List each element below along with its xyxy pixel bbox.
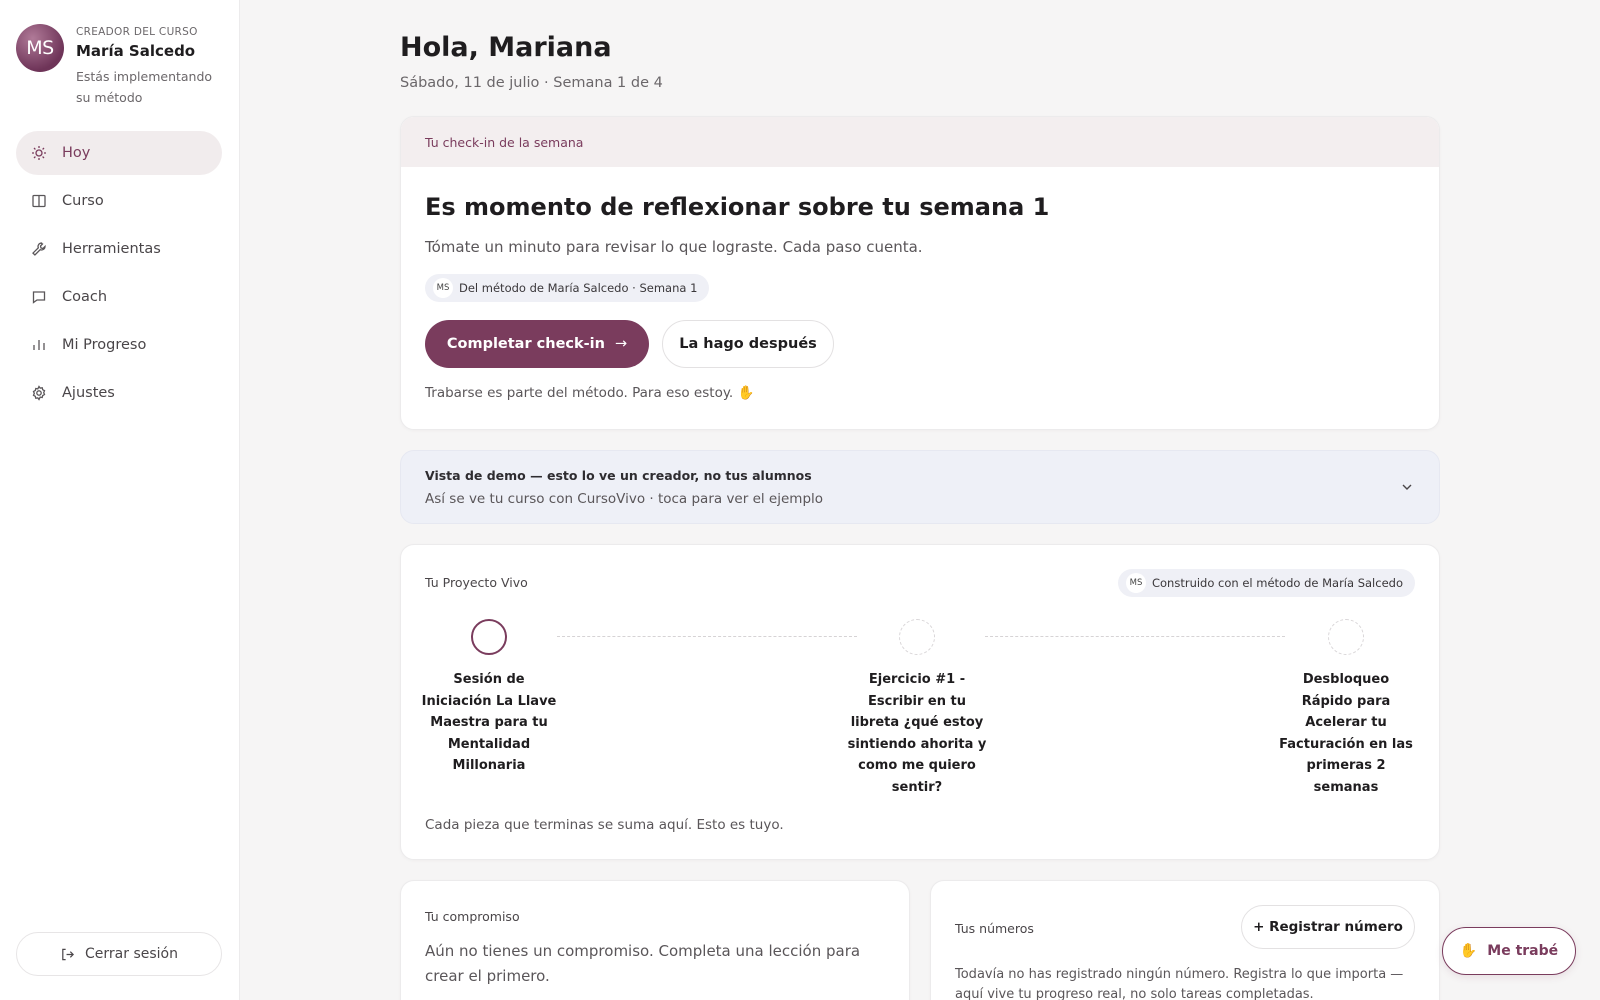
step-label: Desbloqueo Rápido para Acelerar tu Factu… xyxy=(1279,672,1413,795)
step-pending-indicator xyxy=(899,619,935,655)
built-with-label: Construido con el método de María Salced… xyxy=(1151,576,1403,590)
sidebar-item-label: Coach xyxy=(62,289,108,305)
checkin-title: Es momento de reflexionar sobre tu seman… xyxy=(425,193,1050,221)
bar-chart-icon xyxy=(30,336,48,354)
demo-subtitle: Así se ve tu curso con CursoVivo · toca … xyxy=(425,491,824,507)
profile-description: Estás implementando su método xyxy=(76,69,213,105)
project-footer: Cada pieza que terminas se suma aquí. Es… xyxy=(425,817,784,833)
commitment-text: Aún no tienes un compromiso. Completa un… xyxy=(425,942,861,985)
date-line: Sábado, 11 de julio · Semana 1 de 4 xyxy=(400,75,663,91)
gear-icon xyxy=(30,384,48,402)
demo-view-banner[interactable]: Vista de demo — esto lo ve un creador, n… xyxy=(400,450,1440,524)
commitment-label: Tu compromiso xyxy=(425,909,520,924)
sidebar-item-herramientas[interactable]: Herramientas xyxy=(16,227,222,271)
sidebar-item-coach[interactable]: Coach xyxy=(16,275,222,319)
wrench-icon xyxy=(30,240,48,258)
step-connector xyxy=(985,636,1285,637)
book-icon xyxy=(30,192,48,210)
raised-hand-icon: ✋ xyxy=(1459,943,1478,959)
sidebar-item-label: Mi Progreso xyxy=(62,337,147,353)
commitment-card: Tu compromiso Aún no tienes un compromis… xyxy=(400,880,910,1000)
sidebar-item-ajustes[interactable]: Ajustes xyxy=(16,371,222,415)
sidebar-item-label: Hoy xyxy=(62,145,91,161)
profile-name: María Salcedo xyxy=(76,42,196,60)
arrow-right-icon: → xyxy=(614,336,628,352)
project-step[interactable]: Sesión de Iniciación La Llave Maestra pa… xyxy=(419,619,559,777)
logout-label: Cerrar sesión xyxy=(85,946,178,962)
sidebar-item-hoy[interactable]: Hoy xyxy=(16,131,222,175)
numbers-text: Todavía no has registrado ningún número.… xyxy=(955,967,1404,1000)
sidebar: MS CREADOR DEL CURSO María Salcedo Estás… xyxy=(0,0,240,1000)
built-with-badge: MS Construido con el método de María Sal… xyxy=(1117,569,1415,597)
page-title: Hola, Mariana xyxy=(400,32,612,63)
creator-initials-badge: MS xyxy=(1125,573,1146,593)
logout-button[interactable]: Cerrar sesión xyxy=(16,932,222,976)
step-label: Ejercicio #1 - Escribir en tu libreta ¿q… xyxy=(847,672,987,795)
sidebar-item-label: Ajustes xyxy=(62,385,115,401)
complete-checkin-label: Completar check-in xyxy=(446,336,605,352)
chevron-down-icon[interactable] xyxy=(1399,479,1415,495)
project-step[interactable]: Ejercicio #1 - Escribir en tu libreta ¿q… xyxy=(847,619,987,798)
profile-role: CREADOR DEL CURSO xyxy=(76,26,198,38)
numbers-card: Tus números + Registrar número Todavía n… xyxy=(930,880,1440,1000)
sun-icon xyxy=(30,144,48,162)
project-step[interactable]: Desbloqueo Rápido para Acelerar tu Factu… xyxy=(1276,619,1416,798)
weekly-checkin-card: Tu check-in de la semana Es momento de r… xyxy=(400,116,1440,430)
method-source-badge: MS Del método de María Salcedo · Semana … xyxy=(425,274,710,302)
step-connector xyxy=(557,636,857,637)
sidebar-item-curso[interactable]: Curso xyxy=(16,179,222,223)
step-pending-indicator xyxy=(1328,619,1364,655)
register-number-button[interactable]: + Registrar número xyxy=(1241,905,1415,949)
stuck-help-label: Me trabé xyxy=(1487,943,1559,959)
numbers-label: Tus números xyxy=(955,921,1034,936)
avatar: MS xyxy=(16,24,64,72)
step-label: Sesión de Iniciación La Llave Maestra pa… xyxy=(421,672,557,773)
sidebar-nav: Hoy Curso Herramientas Coach Mi Progreso xyxy=(16,131,222,419)
checkin-header: Tu check-in de la semana xyxy=(401,117,1439,167)
logout-icon xyxy=(60,947,75,962)
creator-profile: MS CREADOR DEL CURSO María Salcedo Estás… xyxy=(16,24,226,106)
sidebar-item-label: Herramientas xyxy=(62,241,161,257)
complete-checkin-button[interactable]: Completar check-in → xyxy=(425,320,649,368)
stuck-help-button[interactable]: ✋ Me trabé xyxy=(1442,927,1576,975)
step-current-indicator xyxy=(471,619,507,655)
live-project-card: Tu Proyecto Vivo MS Construido con el mé… xyxy=(400,544,1440,860)
method-source-label: Del método de María Salcedo · Semana 1 xyxy=(459,281,698,295)
creator-initials-badge: MS xyxy=(433,278,453,298)
sidebar-item-mi-progreso[interactable]: Mi Progreso xyxy=(16,323,222,367)
checkin-footer: Trabarse es parte del método. Para eso e… xyxy=(425,385,755,401)
demo-title: Vista de demo — esto lo ve un creador, n… xyxy=(425,468,812,483)
checkin-text: Tómate un minuto para revisar lo que log… xyxy=(425,238,923,256)
later-button[interactable]: La hago después xyxy=(662,320,834,368)
sidebar-item-label: Curso xyxy=(62,193,104,209)
project-label: Tu Proyecto Vivo xyxy=(425,575,528,590)
chat-icon xyxy=(30,288,48,306)
